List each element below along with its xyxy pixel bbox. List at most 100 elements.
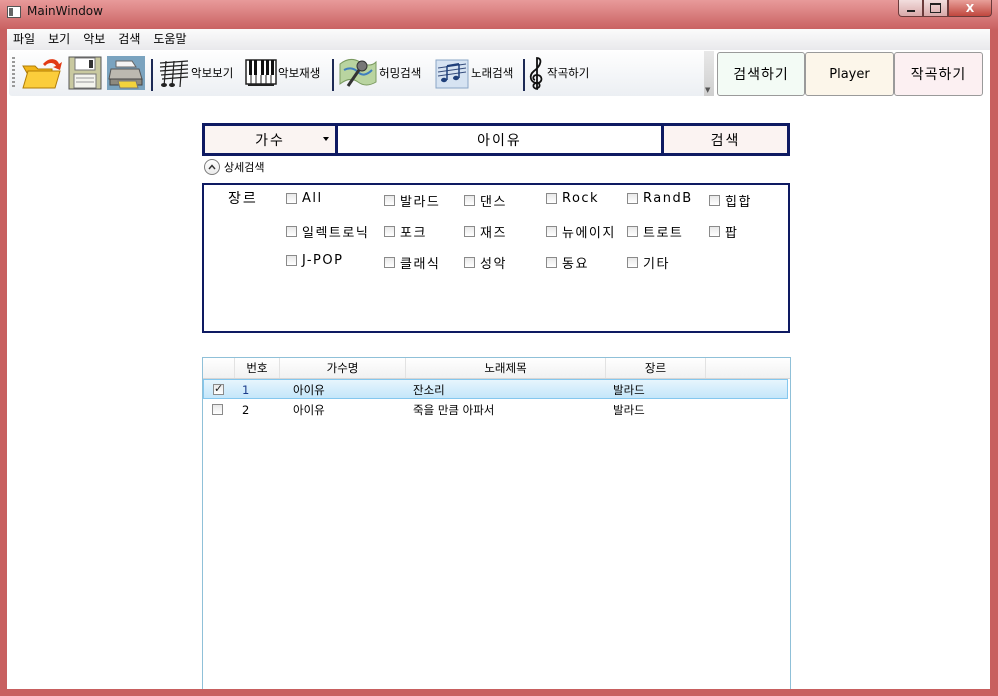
piano-keys-icon xyxy=(245,59,277,86)
close-button[interactable]: X xyxy=(948,0,992,17)
humming-search-button[interactable]: 허밍검색 xyxy=(338,55,421,91)
print-button[interactable] xyxy=(106,55,146,91)
close-icon: X xyxy=(965,1,975,15)
genre-checkbox-vocal[interactable]: 성악 xyxy=(464,253,507,272)
search-button[interactable]: 검색 xyxy=(664,126,787,153)
sheet-music-icon xyxy=(159,60,189,88)
score-play-label: 악보재생 xyxy=(278,66,321,80)
checkbox-icon xyxy=(546,193,557,204)
search-mode-button[interactable]: 검색하기 xyxy=(717,52,805,96)
genre-option-label: 클래식 xyxy=(400,257,441,272)
checkbox-icon xyxy=(627,226,638,237)
compose-mode-button[interactable]: 작곡하기 xyxy=(894,52,983,96)
search-field-select[interactable]: 가수 xyxy=(205,126,338,153)
window-controls: X xyxy=(898,0,992,19)
checkbox-icon xyxy=(286,255,297,266)
results-table: 번호 가수명 노래제목 장르 1 아이유 잔소리 발라드 2 아이유 죽을 만큼… xyxy=(202,357,791,689)
main-content: 파일 보기 악보 검색 도움말 악보보기 악보재생 허밍검색 노래검색 작곡하기… xyxy=(7,29,990,689)
compose-mode-label: 작곡하기 xyxy=(910,67,967,83)
row-artist: 아이유 xyxy=(293,403,325,417)
genre-checkbox-electronic[interactable]: 일렉트로닉 xyxy=(286,222,369,241)
column-header-genre[interactable]: 장르 xyxy=(606,358,706,378)
column-header-title[interactable]: 노래제목 xyxy=(406,358,606,378)
search-bar: 가수 검색 xyxy=(202,123,790,156)
genre-checkbox-jazz[interactable]: 재즈 xyxy=(464,222,507,241)
genre-checkbox-trot[interactable]: 트로트 xyxy=(627,222,683,241)
menu-help[interactable]: 도움말 xyxy=(147,29,193,50)
printer-icon xyxy=(107,56,145,90)
title-bar[interactable]: MainWindow X xyxy=(0,0,998,24)
genre-checkbox-folk[interactable]: 포크 xyxy=(384,222,427,241)
genre-option-label: 뉴에이지 xyxy=(562,226,616,241)
row-checkbox[interactable] xyxy=(212,404,223,415)
toolbar-overflow[interactable]: ▼ xyxy=(704,51,714,96)
checkbox-icon xyxy=(546,226,557,237)
genre-option-label: 성악 xyxy=(480,257,507,272)
column-header-number[interactable]: 번호 xyxy=(235,358,280,378)
toolbar-separator xyxy=(151,59,153,91)
genre-checkbox-hiphop[interactable]: 힙합 xyxy=(709,191,752,210)
detail-search-label: 상세검색 xyxy=(224,161,265,174)
score-view-button[interactable]: 악보보기 xyxy=(158,55,233,91)
search-mode-label: 검색하기 xyxy=(733,67,789,83)
row-title: 잔소리 xyxy=(413,383,445,397)
column-header-artist[interactable]: 가수명 xyxy=(280,358,406,378)
genre-filter-panel: 장르 All 발라드 댄스 Rock RandB 힙합 일렉트로닉 포크 재즈 … xyxy=(202,183,790,333)
maximize-button[interactable] xyxy=(923,0,948,17)
row-checkbox[interactable] xyxy=(213,382,224,395)
player-button[interactable]: Player xyxy=(805,52,894,96)
menu-bar: 파일 보기 악보 검색 도움말 xyxy=(7,29,990,50)
toolbar-separator xyxy=(332,59,334,91)
genre-checkbox-randb[interactable]: RandB xyxy=(627,191,693,206)
table-row[interactable]: 2 아이유 죽을 만큼 아파서 발라드 xyxy=(203,400,788,420)
humming-search-label: 허밍검색 xyxy=(379,66,422,80)
checkbox-icon xyxy=(464,195,475,206)
genre-option-label: All xyxy=(302,191,323,206)
genre-checkbox-ballad[interactable]: 발라드 xyxy=(384,191,440,210)
checkbox-icon xyxy=(384,257,395,268)
compose-toolbar-label: 작곡하기 xyxy=(547,66,590,80)
chevron-up-icon xyxy=(204,159,220,175)
chevron-down-icon: ▼ xyxy=(705,86,711,94)
row-genre: 발라드 xyxy=(613,403,645,417)
genre-checkbox-children[interactable]: 동요 xyxy=(546,253,589,272)
table-row[interactable]: 1 아이유 잔소리 발라드 xyxy=(203,379,788,399)
genre-checkbox-all[interactable]: All xyxy=(286,191,323,206)
genre-checkbox-jpop[interactable]: J-POP xyxy=(286,253,343,268)
score-play-button[interactable]: 악보재생 xyxy=(245,55,320,91)
minimize-icon xyxy=(906,9,915,12)
row-number: 1 xyxy=(242,383,250,397)
genre-option-label: 기타 xyxy=(643,257,670,272)
genre-checkbox-pop[interactable]: 팝 xyxy=(709,222,738,241)
genre-option-label: 팝 xyxy=(725,226,739,241)
genre-checkbox-rock[interactable]: Rock xyxy=(546,191,599,206)
toolbar-grip[interactable] xyxy=(12,57,15,89)
table-header: 번호 가수명 노래제목 장르 xyxy=(203,358,790,379)
genre-option-label: J-POP xyxy=(302,253,344,268)
row-title: 죽을 만큼 아파서 xyxy=(413,403,495,417)
checkbox-icon xyxy=(286,226,297,237)
player-label: Player xyxy=(829,66,870,82)
genre-checkbox-classic[interactable]: 클래식 xyxy=(384,253,440,272)
menu-view[interactable]: 보기 xyxy=(42,29,77,50)
app-icon xyxy=(7,6,21,18)
save-button[interactable] xyxy=(67,55,103,91)
checkbox-icon xyxy=(627,193,638,204)
song-search-button[interactable]: 노래검색 xyxy=(434,55,513,91)
compose-toolbar-button[interactable]: 작곡하기 xyxy=(528,55,589,91)
open-button[interactable] xyxy=(21,55,63,91)
genre-checkbox-newage[interactable]: 뉴에이지 xyxy=(546,222,616,241)
detail-search-expander[interactable]: 상세검색 xyxy=(204,159,264,175)
minimize-button[interactable] xyxy=(898,0,923,17)
checkbox-icon xyxy=(384,195,395,206)
genre-checkbox-dance[interactable]: 댄스 xyxy=(464,191,507,210)
search-input[interactable] xyxy=(338,126,664,153)
toolbar-separator xyxy=(523,59,525,91)
folder-open-icon xyxy=(22,59,62,89)
menu-score[interactable]: 악보 xyxy=(77,29,112,50)
menu-file[interactable]: 파일 xyxy=(7,29,42,50)
menu-search[interactable]: 검색 xyxy=(112,29,147,50)
genre-checkbox-etc[interactable]: 기타 xyxy=(627,253,670,272)
genre-label: 장르 xyxy=(228,191,258,207)
checkbox-icon xyxy=(709,226,720,237)
